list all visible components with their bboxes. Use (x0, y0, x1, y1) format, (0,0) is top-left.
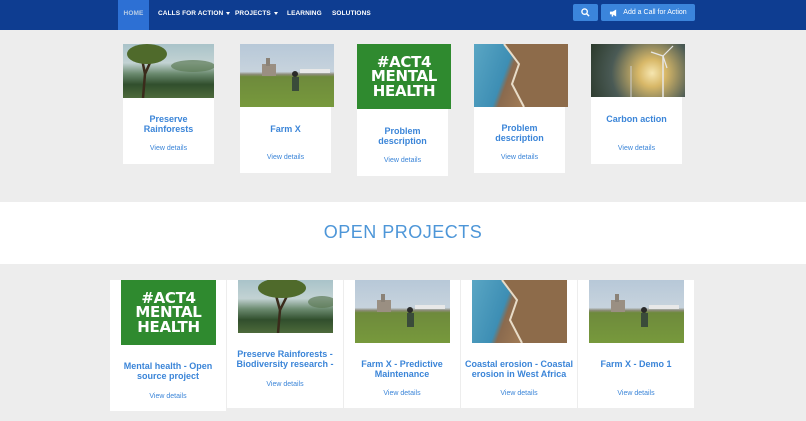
nav-calls-for-action[interactable]: CALLS FOR ACTION (158, 0, 231, 30)
coast-image (472, 280, 567, 343)
act4-logo-text: #ACT4 MENTAL HEALTH (121, 280, 216, 345)
nav-home[interactable]: HOME (118, 0, 149, 30)
card-title[interactable]: Mental health - Open source project (112, 361, 224, 381)
view-details-link[interactable]: View details (227, 381, 343, 388)
coast-image-drawing (501, 280, 567, 343)
farm-image-drawing (377, 294, 445, 327)
card-title[interactable]: Problem description (476, 123, 563, 143)
search-icon (581, 8, 590, 17)
farm-image-drawing (611, 294, 679, 327)
act4-logo-line: HEALTH (137, 317, 200, 336)
project-card[interactable]: Farm X - Predictive Maintenance View det… (344, 280, 460, 408)
nav-calls-label: CALLS FOR ACTION (158, 10, 224, 17)
call-card[interactable]: #ACT4 MENTAL HEALTH Problem description … (357, 44, 451, 176)
nav-solutions[interactable]: SOLUTIONS (332, 0, 371, 30)
call-card[interactable]: Preserve Rainforests View details (123, 44, 214, 164)
act4-mental-health-image: #ACT4 MENTAL HEALTH (121, 280, 216, 345)
card-title[interactable]: Preserve Rainforests (125, 114, 212, 134)
caret-down-icon (226, 11, 231, 15)
card-title[interactable]: Coastal erosion - Coastal erosion in Wes… (463, 359, 575, 379)
coast-image-drawing (503, 44, 568, 107)
nav-projects-label: PROJECTS (235, 10, 271, 17)
project-card[interactable]: #ACT4 MENTAL HEALTH Mental health - Open… (110, 280, 226, 411)
view-details-link[interactable]: View details (357, 157, 448, 164)
card-title[interactable]: Farm X - Demo 1 (580, 359, 692, 369)
add-call-for-action-button[interactable]: Add a Call for Action (601, 4, 695, 21)
project-card[interactable]: Coastal erosion - Coastal erosion in Wes… (461, 280, 577, 408)
view-details-link[interactable]: View details (123, 145, 214, 152)
wind-turbine-drawing (630, 45, 674, 97)
nav-learning[interactable]: LEARNING (287, 0, 322, 30)
act4-logo-line: HEALTH (372, 81, 436, 100)
add-call-label: Add a Call for Action (623, 9, 687, 16)
card-title[interactable]: Problem description (359, 126, 446, 146)
caret-down-icon (273, 11, 278, 15)
act4-mental-health-image: #ACT4 MENTAL HEALTH (357, 44, 451, 109)
call-card[interactable]: Problem description View details (474, 44, 568, 173)
view-details-link[interactable]: View details (344, 390, 460, 397)
tree-image (127, 44, 214, 98)
card-title[interactable]: Farm X (242, 124, 329, 134)
farm-image (262, 58, 330, 91)
card-image (238, 280, 333, 333)
act4-logo-text: #ACT4 MENTAL HEALTH (357, 44, 451, 109)
view-details-link[interactable]: View details (591, 145, 682, 152)
project-card[interactable]: Preserve Rainforests - Biodiversity rese… (227, 280, 343, 408)
section-title: OPEN PROJECTS (323, 222, 483, 242)
card-title[interactable]: Carbon action (593, 114, 680, 124)
view-details-link[interactable]: View details (474, 154, 565, 161)
wind-turbine-image (591, 44, 685, 97)
nav-projects[interactable]: PROJECTS (235, 0, 278, 30)
project-card[interactable]: Farm X - Demo 1 View details (578, 280, 694, 408)
tree-image (258, 280, 333, 333)
farm-image (355, 280, 450, 343)
top-navbar: HOME CALLS FOR ACTION PROJECTS LEARNING … (0, 0, 806, 30)
view-details-link[interactable]: View details (578, 390, 694, 397)
call-card[interactable]: Carbon action View details (591, 44, 685, 164)
megaphone-icon (610, 8, 617, 17)
coast-image (474, 44, 568, 107)
call-card[interactable]: Farm X View details (240, 44, 334, 173)
card-title[interactable]: Farm X - Predictive Maintenance (346, 359, 458, 379)
farm-image (589, 280, 684, 343)
search-button[interactable] (573, 4, 598, 21)
view-details-link[interactable]: View details (110, 393, 226, 400)
card-image (123, 44, 214, 98)
card-image (240, 44, 334, 107)
card-title[interactable]: Preserve Rainforests - Biodiversity rese… (229, 349, 341, 369)
view-details-link[interactable]: View details (461, 390, 577, 397)
view-details-link[interactable]: View details (240, 154, 331, 161)
